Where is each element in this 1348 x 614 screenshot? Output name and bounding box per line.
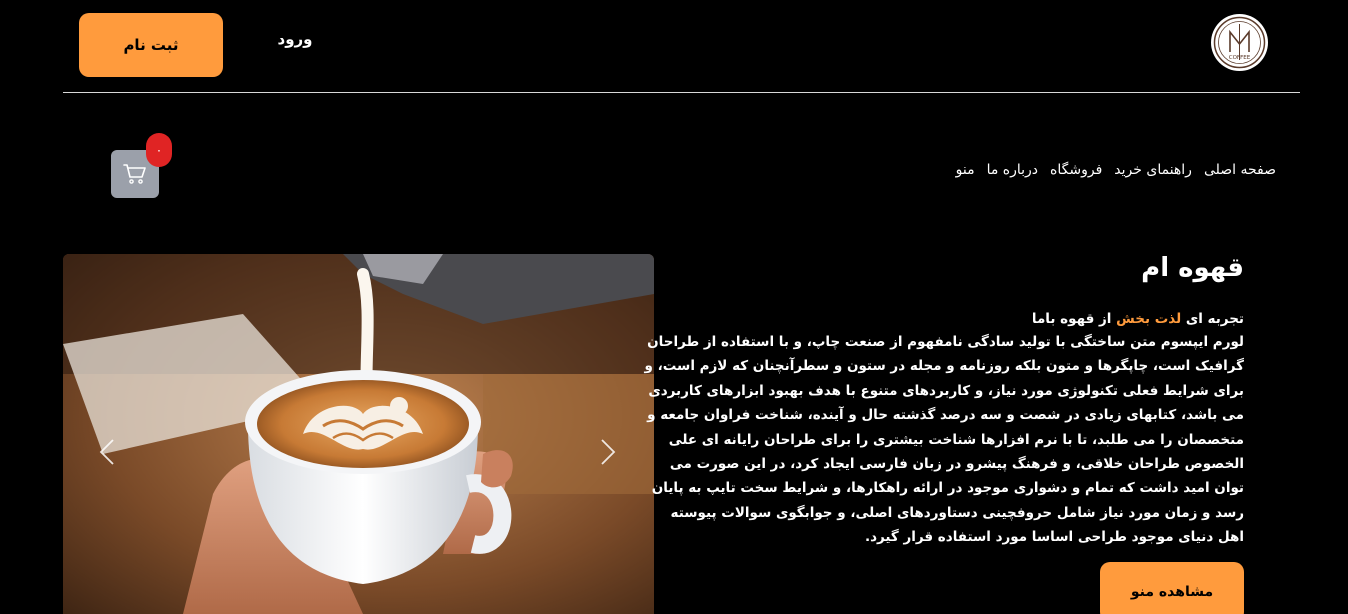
nav-item-home[interactable]: صفحه اصلی [1204,162,1276,178]
hero-lead: تجربه ای لذت بخش از قهوه باما [644,308,1244,330]
header-divider [63,92,1300,93]
nav-item-about[interactable]: درباره ما [987,162,1038,178]
login-link[interactable]: ورود [270,30,320,48]
signup-button[interactable]: ثبت نام [79,13,223,77]
carousel-prev-icon[interactable] [99,438,115,466]
cart-count-badge: ۰ [146,133,172,167]
logo-text: COFFEE [1229,55,1251,61]
nav-item-shop[interactable]: فروشگاه [1050,162,1102,178]
lead-text-end: از قهوه باما [1031,311,1117,327]
hero-description: لورم ایپسوم متن ساختگی با تولید سادگی نا… [644,334,1244,546]
nav-item-menu[interactable]: منو [956,162,975,178]
cart-icon [123,164,146,184]
page-title: قهوه ام [1141,253,1244,283]
latte-image [63,254,654,614]
main-nav: صفحه اصلی راهنمای خرید فروشگاه درباره ما… [956,162,1276,178]
lead-accent-text: لذت بخش [1116,311,1182,327]
hero-text: قهوه ام تجربه ای لذت بخش از قهوه باما لو… [644,250,1244,550]
hero-image [63,254,654,614]
lead-text-start: تجربه ای [1181,311,1244,327]
logo[interactable]: COFFEE [1211,14,1268,71]
nav-item-guide[interactable]: راهنمای خرید [1114,162,1192,178]
coffee-logo-icon: COFFEE [1213,16,1266,69]
carousel-next-icon[interactable] [600,438,616,466]
view-menu-button[interactable]: مشاهده منو [1100,562,1244,614]
